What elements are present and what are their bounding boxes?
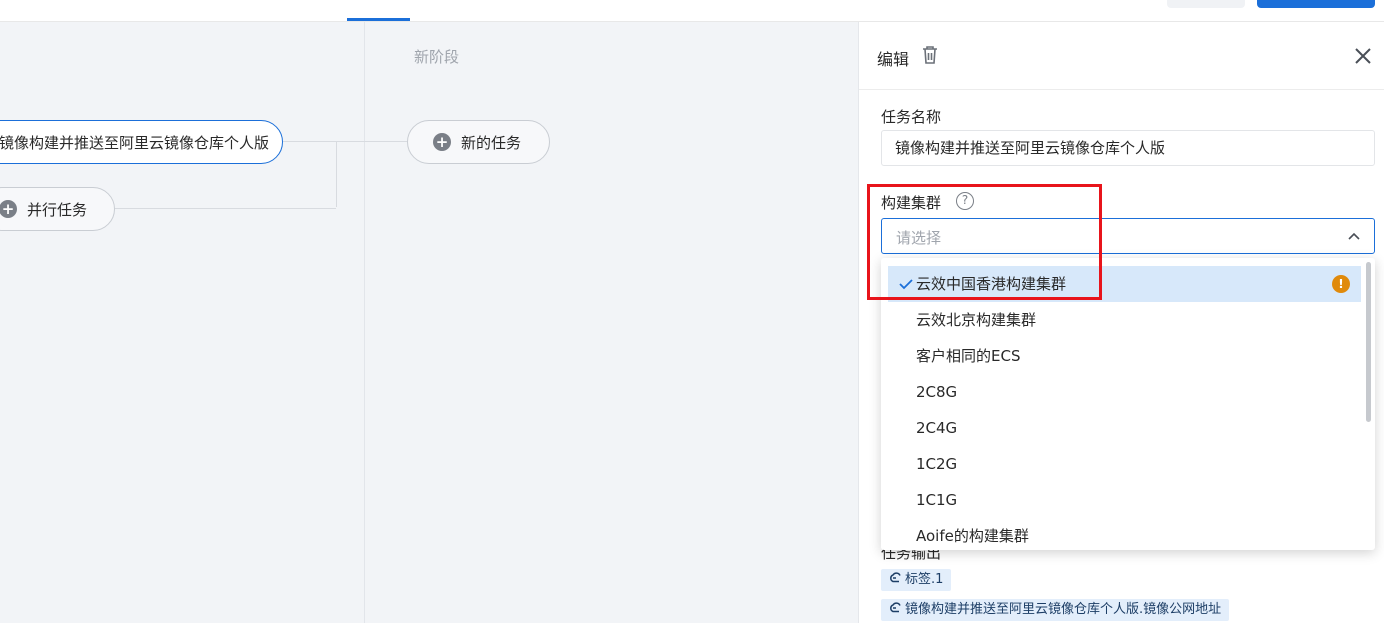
- secondary-button[interactable]: [1167, 0, 1245, 8]
- connector: [336, 141, 337, 207]
- top-bar: [0, 0, 1384, 22]
- highlight-annotation-box: [867, 184, 1102, 300]
- chevron-up-icon: [1348, 232, 1360, 240]
- task-name-label: 任务名称: [881, 108, 942, 126]
- parallel-task-label: 并行任务: [27, 200, 88, 219]
- new-task-label: 新的任务: [461, 133, 522, 152]
- panel-header: 编辑: [859, 22, 1384, 90]
- dropdown-scrollbar[interactable]: [1366, 262, 1371, 422]
- add-parallel-task-button[interactable]: + 并行任务: [0, 187, 115, 231]
- close-icon[interactable]: [1353, 46, 1373, 66]
- dropdown-option-label: 客户相同的ECS: [916, 347, 1021, 365]
- primary-button[interactable]: [1257, 0, 1375, 8]
- link-icon: [890, 572, 901, 583]
- add-new-task-button[interactable]: + 新的任务: [407, 120, 550, 164]
- dropdown-option-label: 1C1G: [916, 491, 958, 509]
- dropdown-option[interactable]: Aoife的构建集群: [888, 518, 1361, 550]
- connector: [283, 141, 407, 142]
- task-name-input[interactable]: 镜像构建并推送至阿里云镜像仓库个人版: [881, 130, 1375, 166]
- task-node-selected[interactable]: 镜像构建并推送至阿里云镜像仓库个人版: [0, 120, 283, 164]
- link-icon: [890, 602, 901, 613]
- dropdown-option-label: 1C2G: [916, 455, 958, 473]
- dropdown-option-label: Aoife的构建集群: [916, 527, 1029, 545]
- dropdown-option[interactable]: 1C1G: [888, 482, 1361, 518]
- panel-title: 编辑: [877, 50, 910, 69]
- output-tag[interactable]: 标签.1: [881, 569, 952, 591]
- dropdown-option-label: 云效北京构建集群: [916, 311, 1037, 329]
- pipeline-canvas: 新阶段 镜像构建并推送至阿里云镜像仓库个人版 + 并行任务 + 新的任务: [0, 22, 858, 623]
- output-tag-label: 镜像构建并推送至阿里云镜像仓库个人版.镜像公网地址: [905, 602, 1222, 617]
- trash-icon[interactable]: [921, 45, 939, 65]
- active-tab-indicator: [347, 18, 410, 21]
- output-tag-label: 标签.1: [905, 572, 944, 587]
- dropdown-option[interactable]: 客户相同的ECS: [888, 338, 1361, 374]
- dropdown-option-label: 2C8G: [916, 383, 958, 401]
- dropdown-option[interactable]: 1C2G: [888, 446, 1361, 482]
- dropdown-option[interactable]: 2C4G: [888, 410, 1361, 446]
- warning-icon: !: [1332, 275, 1350, 293]
- dropdown-option[interactable]: 云效北京构建集群: [888, 302, 1361, 338]
- dropdown-option-label: 2C4G: [916, 419, 958, 437]
- dropdown-option[interactable]: 2C8G: [888, 374, 1361, 410]
- stage-divider: [364, 22, 365, 623]
- stage-title: 新阶段: [414, 48, 460, 66]
- connector: [115, 208, 336, 209]
- task-node-label: 镜像构建并推送至阿里云镜像仓库个人版: [0, 133, 270, 152]
- plus-icon: +: [0, 200, 17, 218]
- output-tag[interactable]: 镜像构建并推送至阿里云镜像仓库个人版.镜像公网地址: [881, 599, 1230, 621]
- plus-icon: +: [433, 133, 451, 151]
- cluster-dropdown: 云效中国香港构建集群 ! 云效北京构建集群 客户相同的ECS 2C8G 2C4G…: [881, 258, 1375, 550]
